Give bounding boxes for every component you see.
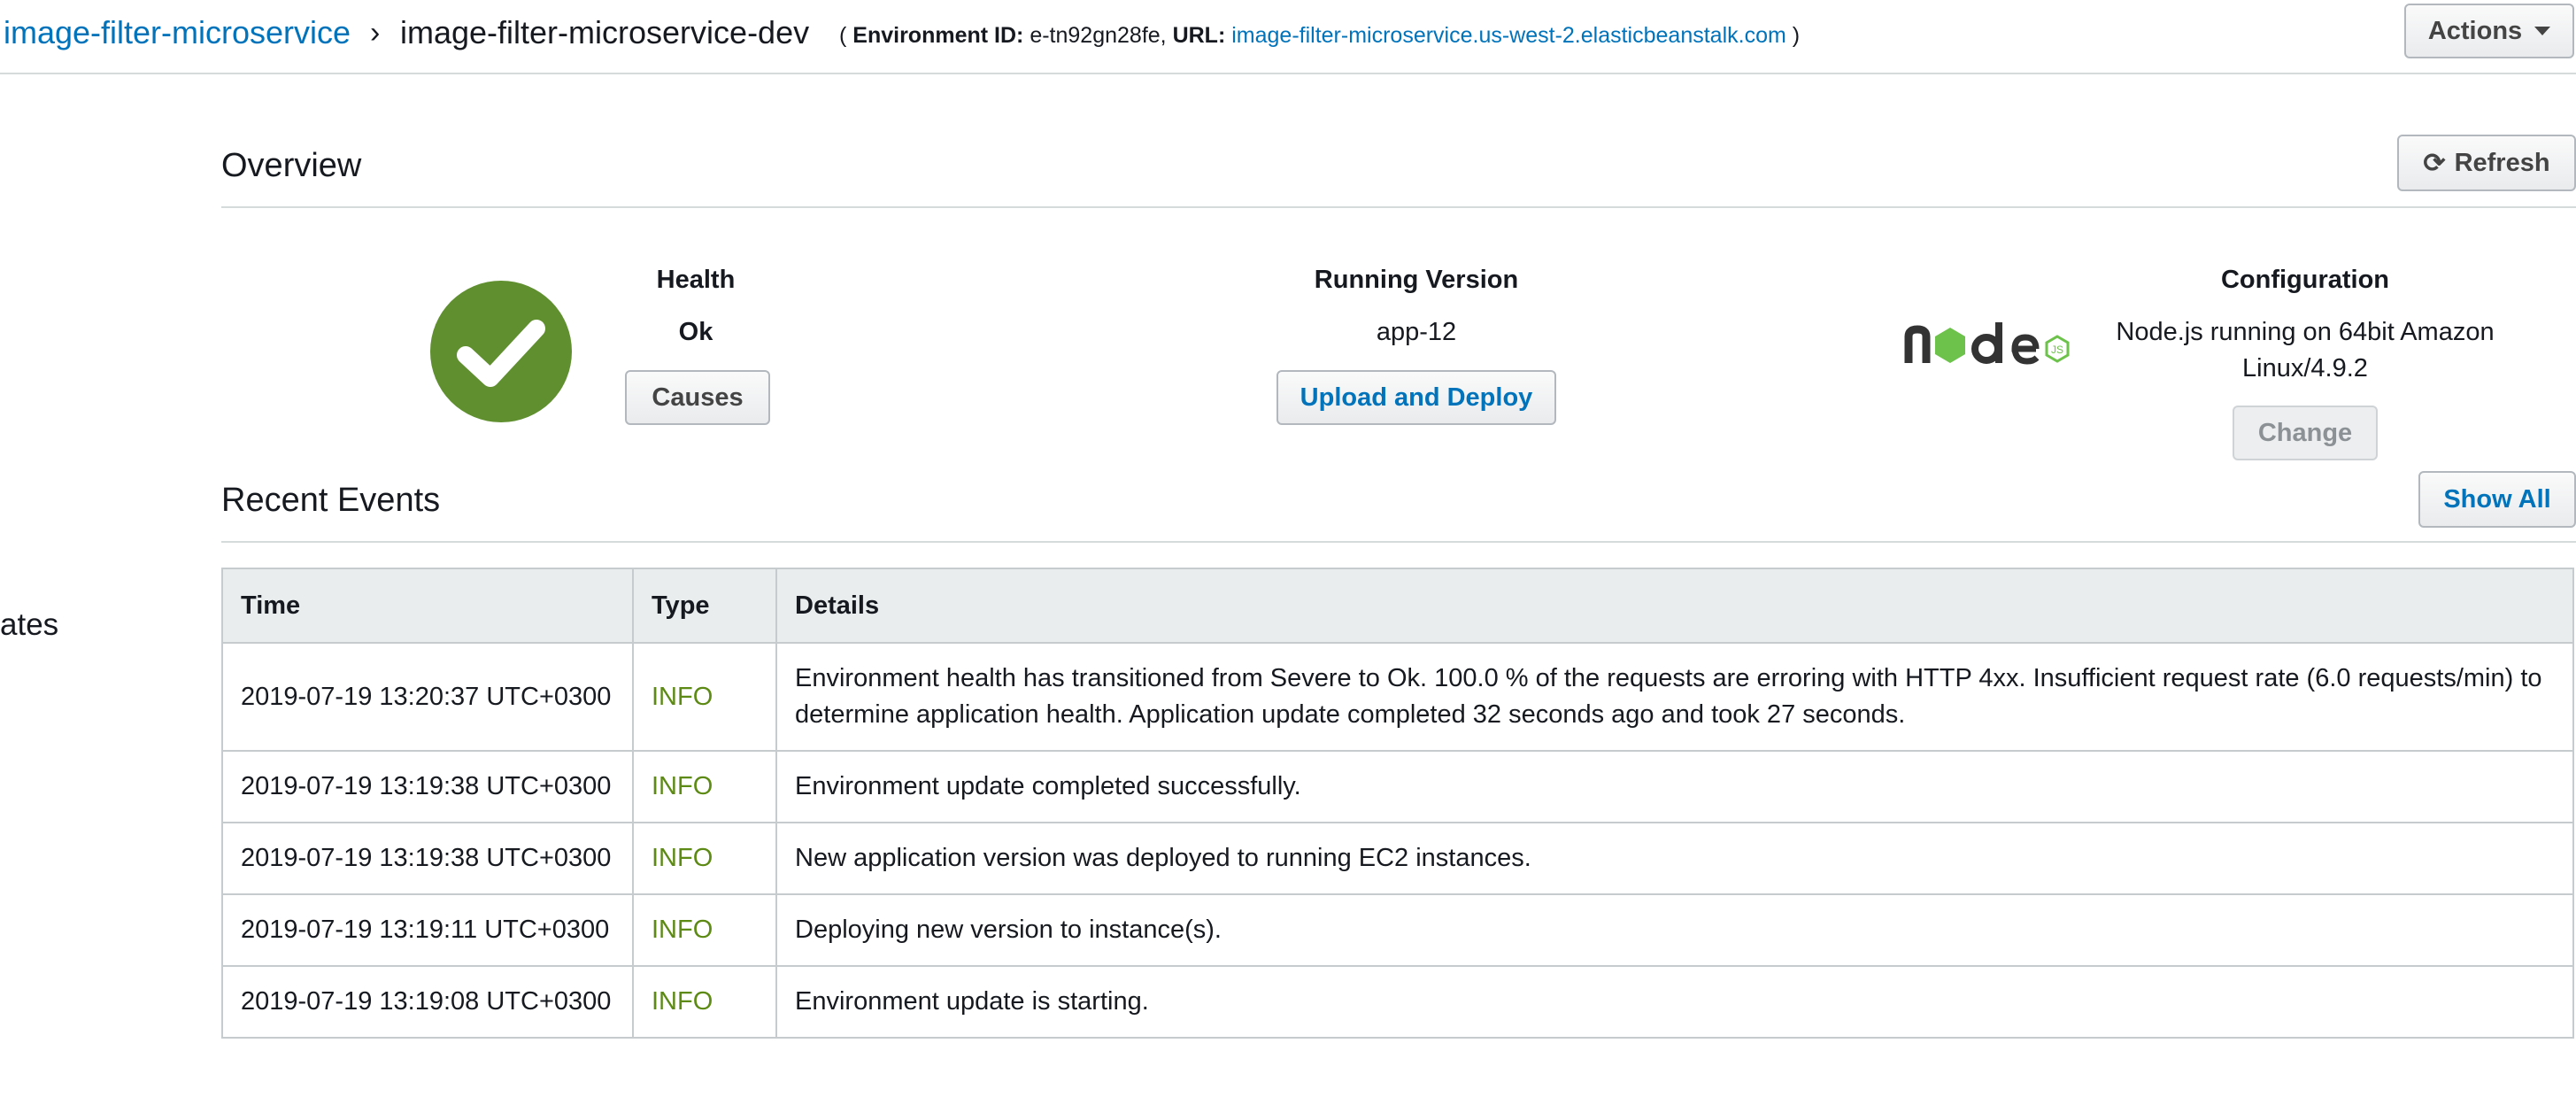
event-type: INFO xyxy=(632,893,777,967)
table-row: 2019-07-19 13:19:38 UTC+0300 INFO New ap… xyxy=(221,822,2574,895)
event-time: 2019-07-19 13:19:11 UTC+0300 xyxy=(221,893,634,967)
env-meta-open: ( xyxy=(839,23,853,48)
environment-name: image-filter-microservice-dev xyxy=(400,14,810,50)
table-row: 2019-07-19 13:20:37 UTC+0300 INFO Enviro… xyxy=(221,642,2574,752)
show-all-button[interactable]: Show All xyxy=(2418,471,2576,528)
table-row: 2019-07-19 13:19:38 UTC+0300 INFO Enviro… xyxy=(221,750,2574,823)
causes-button[interactable]: Causes xyxy=(625,370,770,425)
svg-text:JS: JS xyxy=(2051,344,2063,356)
recent-events-title: Recent Events xyxy=(221,482,441,519)
event-details: Environment update completed successfull… xyxy=(775,750,2574,823)
event-details: New application version was deployed to … xyxy=(775,822,2574,895)
actions-label: Actions xyxy=(2427,16,2523,45)
configuration-label: Configuration xyxy=(2220,266,2390,294)
refresh-button[interactable]: ⟳ Refresh xyxy=(2397,135,2576,191)
caret-down-icon xyxy=(2534,27,2551,35)
column-header-time[interactable]: Time xyxy=(221,568,634,644)
events-table: Time Type Details 2019-07-19 13:20:37 UT… xyxy=(221,568,2574,1039)
running-version-value: app-12 xyxy=(1376,318,1457,346)
table-row: 2019-07-19 13:19:11 UTC+0300 INFO Deploy… xyxy=(221,893,2574,967)
url-label: URL: xyxy=(1172,23,1226,48)
column-header-type[interactable]: Type xyxy=(632,568,777,644)
environment-url-link[interactable]: image-filter-microservice.us-west-2.elas… xyxy=(1231,23,1786,48)
event-details: Environment update is starting. xyxy=(775,965,2574,1039)
event-type: INFO xyxy=(632,965,777,1039)
refresh-icon: ⟳ xyxy=(2423,148,2446,178)
event-time: 2019-07-19 13:20:37 UTC+0300 xyxy=(221,642,634,752)
event-details: Deploying new version to instance(s). xyxy=(775,893,2574,967)
change-configuration-button[interactable]: Change xyxy=(2233,406,2378,460)
health-value: Ok xyxy=(678,318,713,346)
environment-header: image-filter-microservice › image-filter… xyxy=(0,0,2576,74)
column-header-details[interactable]: Details xyxy=(775,568,2574,644)
breadcrumb-application-link[interactable]: image-filter-microservice xyxy=(4,14,351,51)
breadcrumb-separator: › xyxy=(370,16,381,50)
actions-dropdown-button[interactable]: Actions xyxy=(2404,4,2574,58)
event-type: INFO xyxy=(632,822,777,895)
event-type: INFO xyxy=(632,750,777,823)
overview-title: Overview xyxy=(221,147,362,184)
environment-meta: ( Environment ID: e-tn92gn28fe, URL: ima… xyxy=(839,23,1800,49)
events-divider xyxy=(221,541,2576,543)
health-ok-check-icon xyxy=(430,281,572,422)
event-details: Environment health has transitioned from… xyxy=(775,642,2574,752)
env-id-label: Environment ID: xyxy=(852,23,1024,48)
event-type: INFO xyxy=(632,642,777,752)
event-time: 2019-07-19 13:19:38 UTC+0300 xyxy=(221,822,634,895)
event-time: 2019-07-19 13:19:08 UTC+0300 xyxy=(221,965,634,1039)
event-time: 2019-07-19 13:19:38 UTC+0300 xyxy=(221,750,634,823)
nodejs-logo-icon: JS xyxy=(1904,322,2070,365)
table-row: 2019-07-19 13:19:08 UTC+0300 INFO Enviro… xyxy=(221,965,2574,1039)
refresh-label: Refresh xyxy=(2454,148,2550,177)
upload-and-deploy-button[interactable]: Upload and Deploy xyxy=(1276,370,1556,425)
configuration-platform-line2: Linux/4.9.2 xyxy=(2242,354,2368,382)
events-header-row: Time Type Details xyxy=(221,568,2574,644)
env-meta-close: ) xyxy=(1785,23,1801,48)
configuration-platform-line1: Node.js running on 64bit Amazon xyxy=(2116,318,2495,346)
running-version-label: Running Version xyxy=(1314,266,1519,294)
sidebar-item-fragment[interactable]: ates xyxy=(0,607,58,643)
health-label: Health xyxy=(656,266,736,294)
overview-divider xyxy=(221,206,2576,208)
env-id-value: e-tn92gn28fe, xyxy=(1030,23,1167,48)
